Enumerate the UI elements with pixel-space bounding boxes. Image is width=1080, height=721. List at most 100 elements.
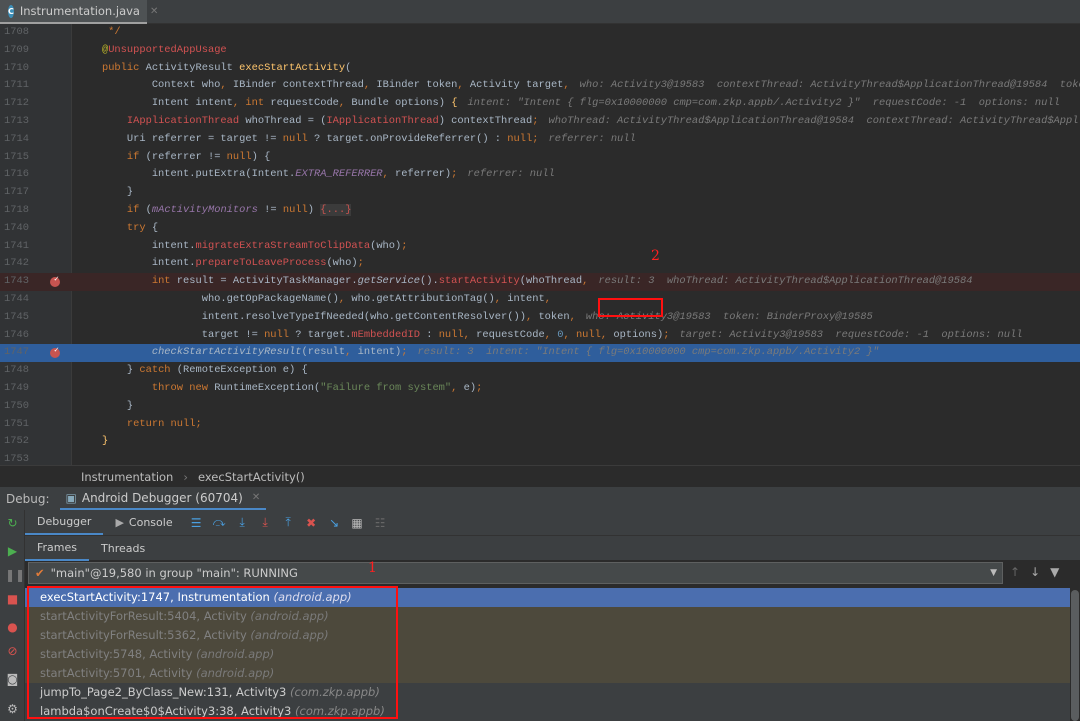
code-line[interactable]: 1743 int result = ActivityTaskManager.ge… (0, 271, 1080, 291)
arrow-down-icon[interactable]: ↓ (1030, 565, 1040, 579)
line-number[interactable]: 1752 (4, 433, 30, 451)
tab-console[interactable]: ▶ Console (103, 510, 184, 535)
menu-icon[interactable]: ☰ (185, 516, 208, 530)
code-line[interactable]: 1710 public ActivityResult execStartActi… (0, 60, 1080, 78)
stop-icon[interactable]: ■ (5, 592, 20, 607)
line-number[interactable]: 1708 (4, 24, 30, 42)
code-token: ; (532, 115, 539, 127)
trace-icon[interactable]: ☷ (369, 516, 392, 530)
code-line[interactable]: 1716 intent.putExtra(Intent.EXTRA_REFERR… (0, 166, 1080, 184)
breadcrumb-item[interactable]: execStartActivity() (198, 470, 305, 484)
run-to-cursor-icon[interactable]: ↘ (323, 516, 346, 530)
code-token: ( (345, 61, 352, 74)
settings-icon[interactable]: ⚙ (5, 702, 20, 717)
code-editor[interactable]: 1708 */1709 @UnsupportedAppUsage 1710 pub… (0, 24, 1080, 465)
line-number[interactable]: 1711 (4, 77, 30, 95)
code-token: , (382, 168, 396, 181)
code-line[interactable]: 1715 if (referrer != null) { (0, 149, 1080, 167)
step-into-icon[interactable]: ⤓ (231, 515, 254, 530)
drop-frame-icon[interactable]: ✖ (300, 516, 323, 530)
view-breakpoints-icon[interactable]: ● (5, 620, 20, 635)
tab-frames[interactable]: Frames (25, 536, 90, 561)
code-line[interactable]: 1740 try { (0, 220, 1080, 238)
filter-icon[interactable]: ▼ (1050, 565, 1059, 579)
evaluate-expression-icon[interactable]: ▦ (346, 516, 369, 530)
code-token: ; (357, 257, 364, 270)
resume-icon[interactable]: ▶ (5, 544, 20, 559)
thread-selector[interactable]: ✔ "main"@19,580 in group "main": RUNNING… (28, 562, 1003, 584)
code-line[interactable]: 1711 Context who, IBinder contextThread,… (0, 77, 1080, 95)
close-icon[interactable]: ✕ (252, 492, 260, 503)
line-number[interactable]: 1749 (4, 380, 30, 398)
tab-debugger[interactable]: Debugger (25, 510, 104, 535)
debugger-toolbar: Debugger ▶ Console ☰ ⤼ ⤓ ⤓ ⤒ ✖ ↘ ▦ ☷ (25, 510, 1080, 535)
line-number[interactable]: 1750 (4, 398, 30, 416)
code-line[interactable]: 1752 } (0, 433, 1080, 451)
line-number[interactable]: 1718 (4, 202, 30, 220)
line-number[interactable]: 1751 (4, 416, 30, 434)
line-number[interactable]: 1743 (4, 273, 30, 291)
annotation-label-1: 1 (368, 560, 377, 576)
step-over-icon[interactable]: ⤼ (208, 515, 231, 530)
line-number[interactable]: 1716 (4, 166, 30, 184)
line-number[interactable]: 1744 (4, 291, 30, 309)
code-token: */ (77, 26, 121, 38)
step-out-icon[interactable]: ⤒ (277, 515, 300, 530)
line-number[interactable]: 1713 (4, 113, 30, 131)
code-line[interactable]: 1751 return null; (0, 416, 1080, 434)
force-step-into-icon[interactable]: ⤓ (254, 515, 277, 530)
line-number[interactable]: 1712 (4, 95, 30, 113)
code-token: e) (463, 382, 477, 394)
rerun-icon[interactable]: ↻ (5, 516, 20, 531)
code-line[interactable]: 1708 */ (0, 24, 1080, 42)
code-line[interactable]: 1741 intent.migrateExtraStreamToClipData… (0, 238, 1080, 256)
line-number[interactable]: 1753 (4, 451, 30, 465)
file-tab[interactable]: C Instrumentation.java ✕ (0, 0, 158, 24)
breakpoint-icon[interactable] (50, 342, 60, 360)
line-number[interactable]: 1740 (4, 220, 30, 238)
code-line[interactable]: 1742 intent.prepareToLeaveProcess(who); (0, 255, 1080, 273)
pause-icon[interactable]: ❚❚ (5, 568, 25, 583)
line-number[interactable]: 1709 (4, 42, 30, 60)
code-token: , (363, 79, 377, 92)
debug-session-tab[interactable]: ▣ Android Debugger (60704) ✕ (59, 487, 267, 510)
code-token: null (575, 328, 601, 341)
debug-side-toolbar: ↻ ▶ ❚❚ ■ ● ⊘ ◙ ⚙ (0, 510, 25, 721)
code-text: Context who, IBinder contextThread, IBin… (77, 77, 1080, 95)
code-line[interactable]: 1713 IApplicationThread whoThread = (IAp… (0, 113, 1080, 131)
line-number[interactable]: 1748 (4, 362, 30, 380)
mute-breakpoints-icon[interactable]: ⊘ (5, 644, 20, 659)
code-line[interactable]: 1745 intent.resolveTypeIfNeeded(who.getC… (0, 309, 1080, 327)
line-number[interactable]: 1742 (4, 255, 30, 273)
camera-icon[interactable]: ◙ (5, 672, 20, 687)
code-line[interactable]: 1748 } catch (RemoteException e) { (0, 362, 1080, 380)
arrow-up-icon[interactable]: ↑ (1010, 565, 1020, 579)
breakpoint-icon[interactable] (50, 271, 60, 289)
close-icon[interactable]: ✕ (150, 6, 158, 17)
code-line[interactable]: 1749 throw new RuntimeException("Failure… (0, 380, 1080, 398)
code-line[interactable]: 1750 } (0, 398, 1080, 416)
code-token: , (525, 310, 539, 323)
line-number[interactable]: 1717 (4, 184, 30, 202)
code-line[interactable]: 1753 (0, 451, 1080, 465)
code-line[interactable]: 1714 Uri referrer = target != null ? tar… (0, 131, 1080, 149)
chevron-down-icon[interactable]: ▼ (990, 568, 997, 578)
debug-tool-window-bar: Debug: ▣ Android Debugger (60704) ✕ (0, 487, 1080, 510)
code-line[interactable]: 1709 @UnsupportedAppUsage (0, 42, 1080, 60)
line-number[interactable]: 1741 (4, 238, 30, 256)
code-line[interactable]: 1718 if (mActivityMonitors != null) {...… (0, 202, 1080, 220)
code-line[interactable]: 1744 who.getOpPackageName(), who.getAttr… (0, 291, 1080, 309)
code-line[interactable]: 1747 checkStartActivityResult(result, in… (0, 342, 1080, 363)
tab-threads[interactable]: Threads (89, 536, 157, 561)
code-line[interactable]: 1712 Intent intent, int requestCode, Bun… (0, 95, 1080, 113)
line-number[interactable]: 1746 (4, 327, 30, 345)
line-number[interactable]: 1714 (4, 131, 30, 149)
line-number[interactable]: 1745 (4, 309, 30, 327)
code-line[interactable]: 1717 } (0, 184, 1080, 202)
line-number[interactable]: 1710 (4, 60, 30, 78)
line-number[interactable]: 1715 (4, 149, 30, 167)
line-number[interactable]: 1747 (4, 344, 30, 362)
code-line[interactable]: 1746 target != null ? target.mEmbeddedID… (0, 327, 1080, 345)
scrollbar[interactable] (1071, 590, 1079, 721)
breadcrumb-item[interactable]: Instrumentation (81, 470, 173, 484)
